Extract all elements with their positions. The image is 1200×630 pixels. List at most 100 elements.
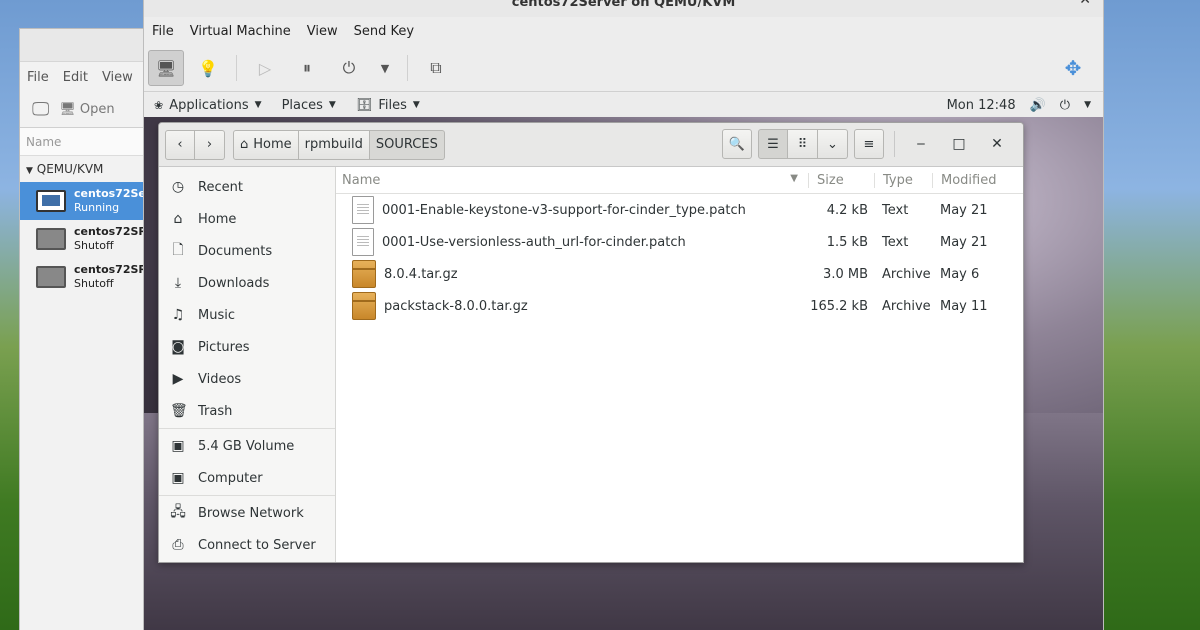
download-icon: ⤓ — [174, 275, 182, 291]
vm-shutoff-icon — [36, 266, 66, 288]
fullscreen-button[interactable]: ✥ — [1055, 50, 1091, 86]
viewer-toolbar: 🖥 💡 ▷ ⏸ ⏻ ▼ ⧉ ✥ — [144, 45, 1103, 92]
file-name: 0001-Use-versionless-auth_url-for-cinder… — [382, 234, 686, 250]
file-type: Archive — [882, 298, 931, 314]
toolbar-separator — [236, 55, 237, 81]
sidebar-separator — [159, 428, 335, 429]
window-title: centos72Server on QEMU/KVM — [511, 0, 736, 10]
run-button[interactable]: ▷ — [247, 50, 283, 86]
virt-manager-titlebar[interactable] — [20, 29, 158, 62]
applications-menu[interactable]: ❀ Applications ▼ — [144, 98, 272, 113]
sidebar-item-label: Browse Network — [198, 505, 304, 521]
menu-view[interactable]: View — [307, 24, 338, 39]
viewer-titlebar[interactable]: centos72Server on QEMU/KVM ✕ — [144, 0, 1103, 17]
file-modified: May 11 — [940, 298, 988, 314]
menu-virtual-machine[interactable]: Virtual Machine — [190, 24, 291, 39]
camera-icon: ◙ — [171, 339, 185, 355]
viewer-menubar: File Virtual Machine View Send Key — [144, 17, 1103, 45]
move-arrows-icon: ✥ — [1064, 56, 1082, 80]
caret-down-icon[interactable]: ▼ — [1084, 100, 1091, 110]
menu-button[interactable]: ≡ — [854, 129, 884, 159]
sidebar-item-recent[interactable]: ◷ Recent — [159, 171, 335, 203]
files-headerbar: ‹ › ⌂ Home rpmbuild SOURCES 🔍 ☰ ⠿ ⌄ ≡ ‒ … — [159, 123, 1023, 167]
sidebar-item-documents[interactable]: 🗋 Documents — [159, 235, 335, 267]
breadcrumb-sources[interactable]: SOURCES — [369, 129, 445, 160]
snapshot-button[interactable]: ⧉ — [418, 50, 454, 86]
minimize-button[interactable]: ‒ — [905, 129, 937, 159]
places-sidebar: ◷ Recent ⌂ Home 🗋 Documents ⤓ Downloads ♫ Mus… — [159, 167, 336, 562]
header-separator — [894, 131, 895, 157]
archive-icon — [352, 292, 376, 320]
files-app-menu[interactable]: 🗄 Files ▼ — [346, 98, 430, 113]
expander-icon[interactable]: ▼ — [26, 166, 33, 176]
console-button[interactable]: 🖥 — [148, 50, 184, 86]
caret-down-icon: ▼ — [254, 100, 262, 110]
file-modified: May 21 — [940, 202, 988, 218]
column-label: Name — [342, 172, 381, 188]
back-button[interactable]: ‹ — [165, 129, 195, 160]
close-icon: ✕ — [991, 136, 1003, 152]
power-icon[interactable]: ⏻ — [1060, 98, 1070, 113]
dropdown-arrow-icon: ▼ — [380, 61, 390, 75]
new-vm-icon[interactable]: 🖵 — [32, 99, 49, 120]
list-icon: ☰ — [767, 136, 779, 152]
sidebar-item-browse-network[interactable]: 🖧 Browse Network — [159, 497, 335, 529]
view-switcher: ☰ ⠿ ⌄ — [758, 129, 848, 159]
breadcrumb-home[interactable]: ⌂ Home — [233, 129, 299, 160]
menu-view[interactable]: View — [102, 70, 133, 85]
file-list: Name ▼ Size Type Modified 0001-Enable-key… — [336, 167, 1023, 562]
trash-icon: 🗑 — [170, 403, 188, 419]
search-button[interactable]: 🔍 — [721, 129, 752, 159]
breadcrumb-rpmbuild[interactable]: rpmbuild — [298, 129, 370, 160]
sidebar-item-trash[interactable]: 🗑 Trash — [159, 395, 335, 427]
sidebar-item-videos[interactable]: ▶ Videos — [159, 363, 335, 395]
close-button[interactable]: ✕ — [981, 129, 1013, 159]
menu-send-key[interactable]: Send Key — [354, 24, 414, 39]
column-header-name[interactable]: Name — [20, 128, 158, 156]
sidebar-item-music[interactable]: ♫ Music — [159, 299, 335, 331]
connection-group[interactable]: ▼ QEMU/KVM — [20, 156, 158, 182]
shutdown-menu-button[interactable]: ▼ — [373, 50, 397, 86]
forward-button[interactable]: › — [195, 129, 225, 160]
close-icon[interactable]: ✕ — [1079, 0, 1091, 7]
column-header-name[interactable]: Name ▼ — [336, 173, 808, 188]
menu-file[interactable]: File — [152, 24, 174, 39]
monitor-icon: 🖥 — [59, 102, 76, 117]
file-row[interactable]: 8.0.4.tar.gz 3.0 MB Archive May 6 — [336, 258, 1023, 290]
file-row[interactable]: packstack-8.0.0.tar.gz 165.2 kB Archive … — [336, 290, 1023, 322]
menu-edit[interactable]: Edit — [63, 70, 88, 85]
volume-icon[interactable]: 🔊 — [1030, 98, 1046, 113]
breadcrumb: ⌂ Home rpmbuild SOURCES — [233, 129, 445, 160]
vm-row[interactable]: centos72Ser Running — [20, 182, 158, 220]
list-view-button[interactable]: ☰ — [758, 129, 788, 159]
shutdown-button[interactable]: ⏻ — [331, 50, 367, 86]
sidebar-item-label: Recent — [198, 179, 243, 195]
details-button[interactable]: 💡 — [190, 50, 226, 86]
sidebar-item-volume[interactable]: ▣ 5.4 GB Volume — [159, 430, 335, 462]
vm-row[interactable]: centos72SRV Shutoff — [20, 258, 158, 296]
column-header-modified[interactable]: Modified — [932, 172, 996, 188]
caret-down-icon: ▼ — [412, 100, 420, 110]
sidebar-item-computer[interactable]: ▣ Computer — [159, 462, 335, 494]
pause-button[interactable]: ⏸ — [289, 50, 325, 86]
clock[interactable]: Mon 12:48 — [947, 98, 1016, 113]
drive-icon: ▣ — [171, 470, 185, 486]
sidebar-item-home[interactable]: ⌂ Home — [159, 203, 335, 235]
file-row[interactable]: 0001-Enable-keystone-v3-support-for-cind… — [336, 194, 1023, 226]
maximize-button[interactable]: □ — [943, 129, 975, 159]
places-label: Places — [281, 97, 323, 113]
menu-file[interactable]: File — [27, 70, 49, 85]
view-options-button[interactable]: ⌄ — [818, 129, 848, 159]
sidebar-item-downloads[interactable]: ⤓ Downloads — [159, 267, 335, 299]
monitor-icon: 🖥 — [155, 58, 177, 78]
sidebar-item-connect-to-server[interactable]: ⎙ Connect to Server — [159, 529, 335, 561]
vm-row[interactable]: centos72SRV Shutoff — [20, 220, 158, 258]
open-button[interactable]: 🖥 Open — [59, 102, 114, 117]
sidebar-item-pictures[interactable]: ◙ Pictures — [159, 331, 335, 363]
file-row[interactable]: 0001-Use-versionless-auth_url-for-cinder… — [336, 226, 1023, 258]
column-header-size[interactable]: Size — [808, 172, 874, 188]
places-menu[interactable]: Places ▼ — [272, 98, 346, 113]
column-header-type[interactable]: Type — [874, 172, 932, 188]
grid-view-button[interactable]: ⠿ — [788, 129, 818, 159]
history-buttons: ‹ › — [165, 129, 225, 160]
